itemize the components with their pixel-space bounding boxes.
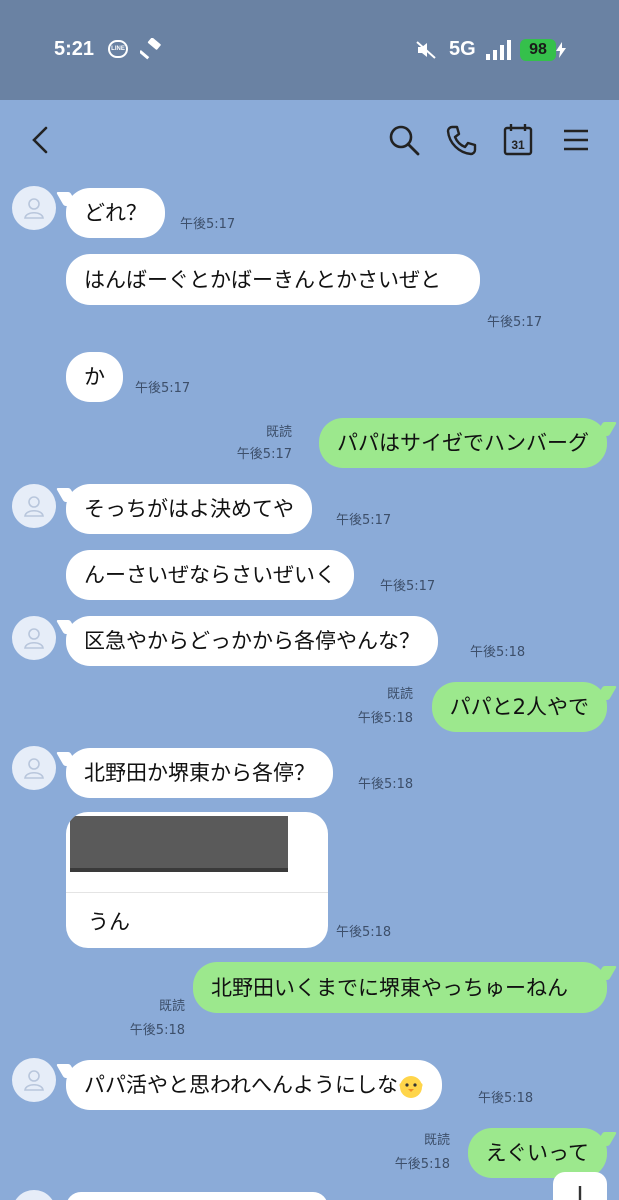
message-time: 午後5:18 — [357, 711, 413, 726]
calendar-day: 31 — [511, 138, 525, 152]
message-time: 午後5:18 — [478, 1091, 534, 1106]
signal-icon — [486, 40, 511, 60]
message-bubble[interactable]: パパと2人やで — [431, 682, 607, 732]
avatar-icon — [24, 198, 44, 219]
calendar-button[interactable]: 31 — [500, 122, 536, 158]
avatar[interactable] — [12, 746, 56, 790]
message-time: 午後5:18 — [129, 1023, 185, 1038]
reply-card[interactable]: うん — [66, 812, 328, 948]
quoted-image — [70, 816, 288, 872]
avatar-icon — [24, 628, 44, 649]
message-text: パパ活やと思われへんようにしな — [84, 1073, 398, 1097]
message-time: 午後5:17 — [180, 217, 236, 232]
line-app-icon: LINE — [108, 40, 128, 58]
read-receipt: 既読 — [386, 687, 413, 702]
message-text: うん — [88, 910, 130, 934]
status-bar: 5:21 LINE 5G 98 — [0, 0, 619, 100]
message-time: 午後5:17 — [236, 447, 292, 462]
message-bubble[interactable]: んーさいぜならさいぜいく — [66, 550, 354, 600]
avatar[interactable] — [12, 616, 56, 660]
message-time: 午後5:17 — [336, 513, 392, 528]
call-button[interactable] — [443, 122, 479, 158]
read-receipt: 既読 — [158, 999, 185, 1014]
scroll-to-bottom-button[interactable] — [553, 1172, 607, 1200]
avatar[interactable] — [12, 1058, 56, 1102]
status-time: 5:21 — [54, 38, 95, 60]
menu-button[interactable] — [558, 122, 594, 158]
charging-icon — [556, 42, 566, 58]
avatar-icon — [24, 758, 44, 779]
search-button[interactable] — [386, 122, 422, 158]
message-bubble[interactable]: か — [66, 352, 123, 402]
calendar-icon: 31 — [503, 124, 533, 156]
avatar[interactable] — [12, 484, 56, 528]
avatar-icon — [24, 496, 44, 517]
back-button[interactable] — [22, 122, 58, 158]
scroll-down-icon — [578, 1186, 582, 1200]
menu-icon — [564, 129, 588, 151]
message-time: 午後5:18 — [470, 645, 526, 660]
hammer-icon — [140, 38, 161, 60]
message-time: 午後5:18 — [336, 925, 392, 940]
message-bubble[interactable]: パパ活やと思われへんようにしな — [66, 1060, 442, 1110]
message-time: 午後5:17 — [135, 381, 191, 396]
message-bubble[interactable] — [66, 1192, 328, 1200]
search-icon — [389, 125, 420, 156]
message-bubble[interactable]: どれ？ — [66, 188, 165, 238]
battery-level: 98 — [520, 39, 556, 61]
message-bubble[interactable]: 北野田いくまでに堺東やっちゅーねん — [193, 962, 607, 1013]
chick-emoji-icon — [399, 1076, 423, 1098]
phone-icon — [446, 125, 477, 156]
read-receipt: 既読 — [423, 1133, 450, 1148]
message-time: 午後5:17 — [380, 579, 436, 594]
message-time: 午後5:18 — [394, 1157, 450, 1172]
message-bubble[interactable]: えぐいって — [467, 1128, 607, 1178]
avatar[interactable] — [12, 186, 56, 230]
network-type: 5G — [449, 38, 476, 60]
avatar[interactable] — [12, 1190, 56, 1200]
card-divider — [66, 892, 328, 893]
avatar-icon — [24, 1070, 44, 1091]
back-arrow-icon — [32, 126, 48, 154]
chat-header: 31 — [0, 100, 619, 180]
message-bubble[interactable]: そっちがはよ決めてや — [66, 484, 312, 534]
message-bubble[interactable]: 北野田か堺東から各停？ — [66, 748, 333, 798]
message-bubble[interactable]: 区急やからどっかから各停やんな？ — [66, 616, 438, 666]
message-time: 午後5:17 — [487, 315, 543, 330]
mute-icon — [416, 41, 436, 59]
read-receipt: 既読 — [265, 425, 292, 440]
message-time: 午後5:18 — [358, 777, 414, 792]
message-bubble[interactable]: はんばーぐとかばーきんとかさいぜと — [66, 254, 480, 305]
message-bubble[interactable]: パパはサイゼでハンバーグ — [319, 418, 607, 468]
